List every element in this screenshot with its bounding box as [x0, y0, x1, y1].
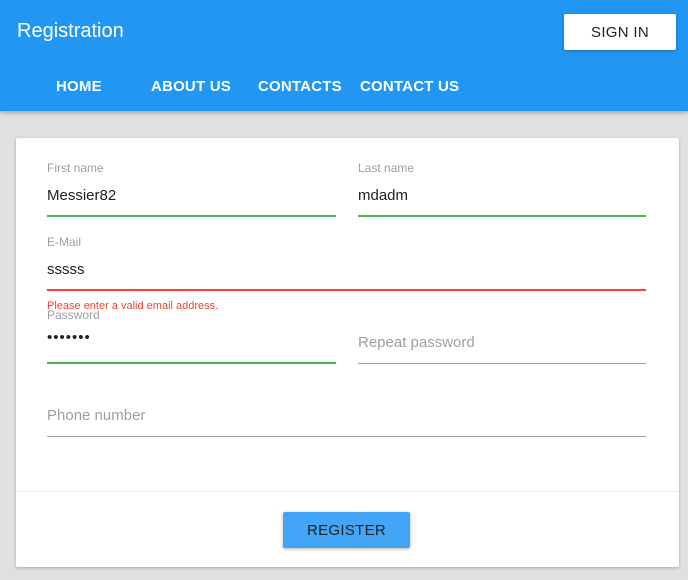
- last-name-input[interactable]: mdadm: [358, 187, 408, 204]
- phone-underline: [47, 436, 646, 437]
- email-label: E-Mail: [47, 235, 82, 249]
- card-divider: [16, 491, 679, 492]
- nav-home[interactable]: HOME: [56, 78, 102, 95]
- nav-contact-us[interactable]: CONTACT US: [360, 78, 459, 95]
- password-label: Password: [47, 308, 100, 322]
- app-bar: Registration SIGN IN HOME ABOUT US CONTA…: [0, 0, 688, 111]
- first-name-field[interactable]: First name Messier82: [47, 160, 336, 218]
- register-button[interactable]: REGISTER: [283, 512, 410, 548]
- email-field[interactable]: E-Mail sssss Please enter a valid email …: [47, 234, 646, 314]
- nav-contacts[interactable]: CONTACTS: [258, 78, 342, 95]
- app-title: Registration: [17, 20, 124, 42]
- password-input[interactable]: •••••••: [47, 329, 91, 346]
- first-name-underline: [47, 215, 336, 217]
- nav-about-us[interactable]: ABOUT US: [151, 78, 231, 95]
- last-name-underline: [358, 215, 646, 217]
- phone-field[interactable]: Phone number: [47, 381, 646, 439]
- sign-in-button[interactable]: SIGN IN: [564, 14, 676, 50]
- phone-placeholder[interactable]: Phone number: [47, 407, 145, 424]
- password-field[interactable]: Password •••••••: [47, 308, 336, 366]
- last-name-field[interactable]: Last name mdadm: [358, 160, 646, 218]
- password-underline: [47, 362, 336, 364]
- repeat-password-field[interactable]: Repeat password: [358, 308, 646, 366]
- email-underline: [47, 289, 646, 291]
- first-name-label: First name: [47, 161, 104, 175]
- first-name-input[interactable]: Messier82: [47, 187, 116, 204]
- repeat-password-placeholder[interactable]: Repeat password: [358, 334, 475, 351]
- last-name-label: Last name: [358, 161, 415, 175]
- repeat-password-underline: [358, 363, 646, 364]
- registration-card: First name Messier82 Last name mdadm E-M…: [16, 138, 679, 567]
- email-input[interactable]: sssss: [47, 261, 85, 278]
